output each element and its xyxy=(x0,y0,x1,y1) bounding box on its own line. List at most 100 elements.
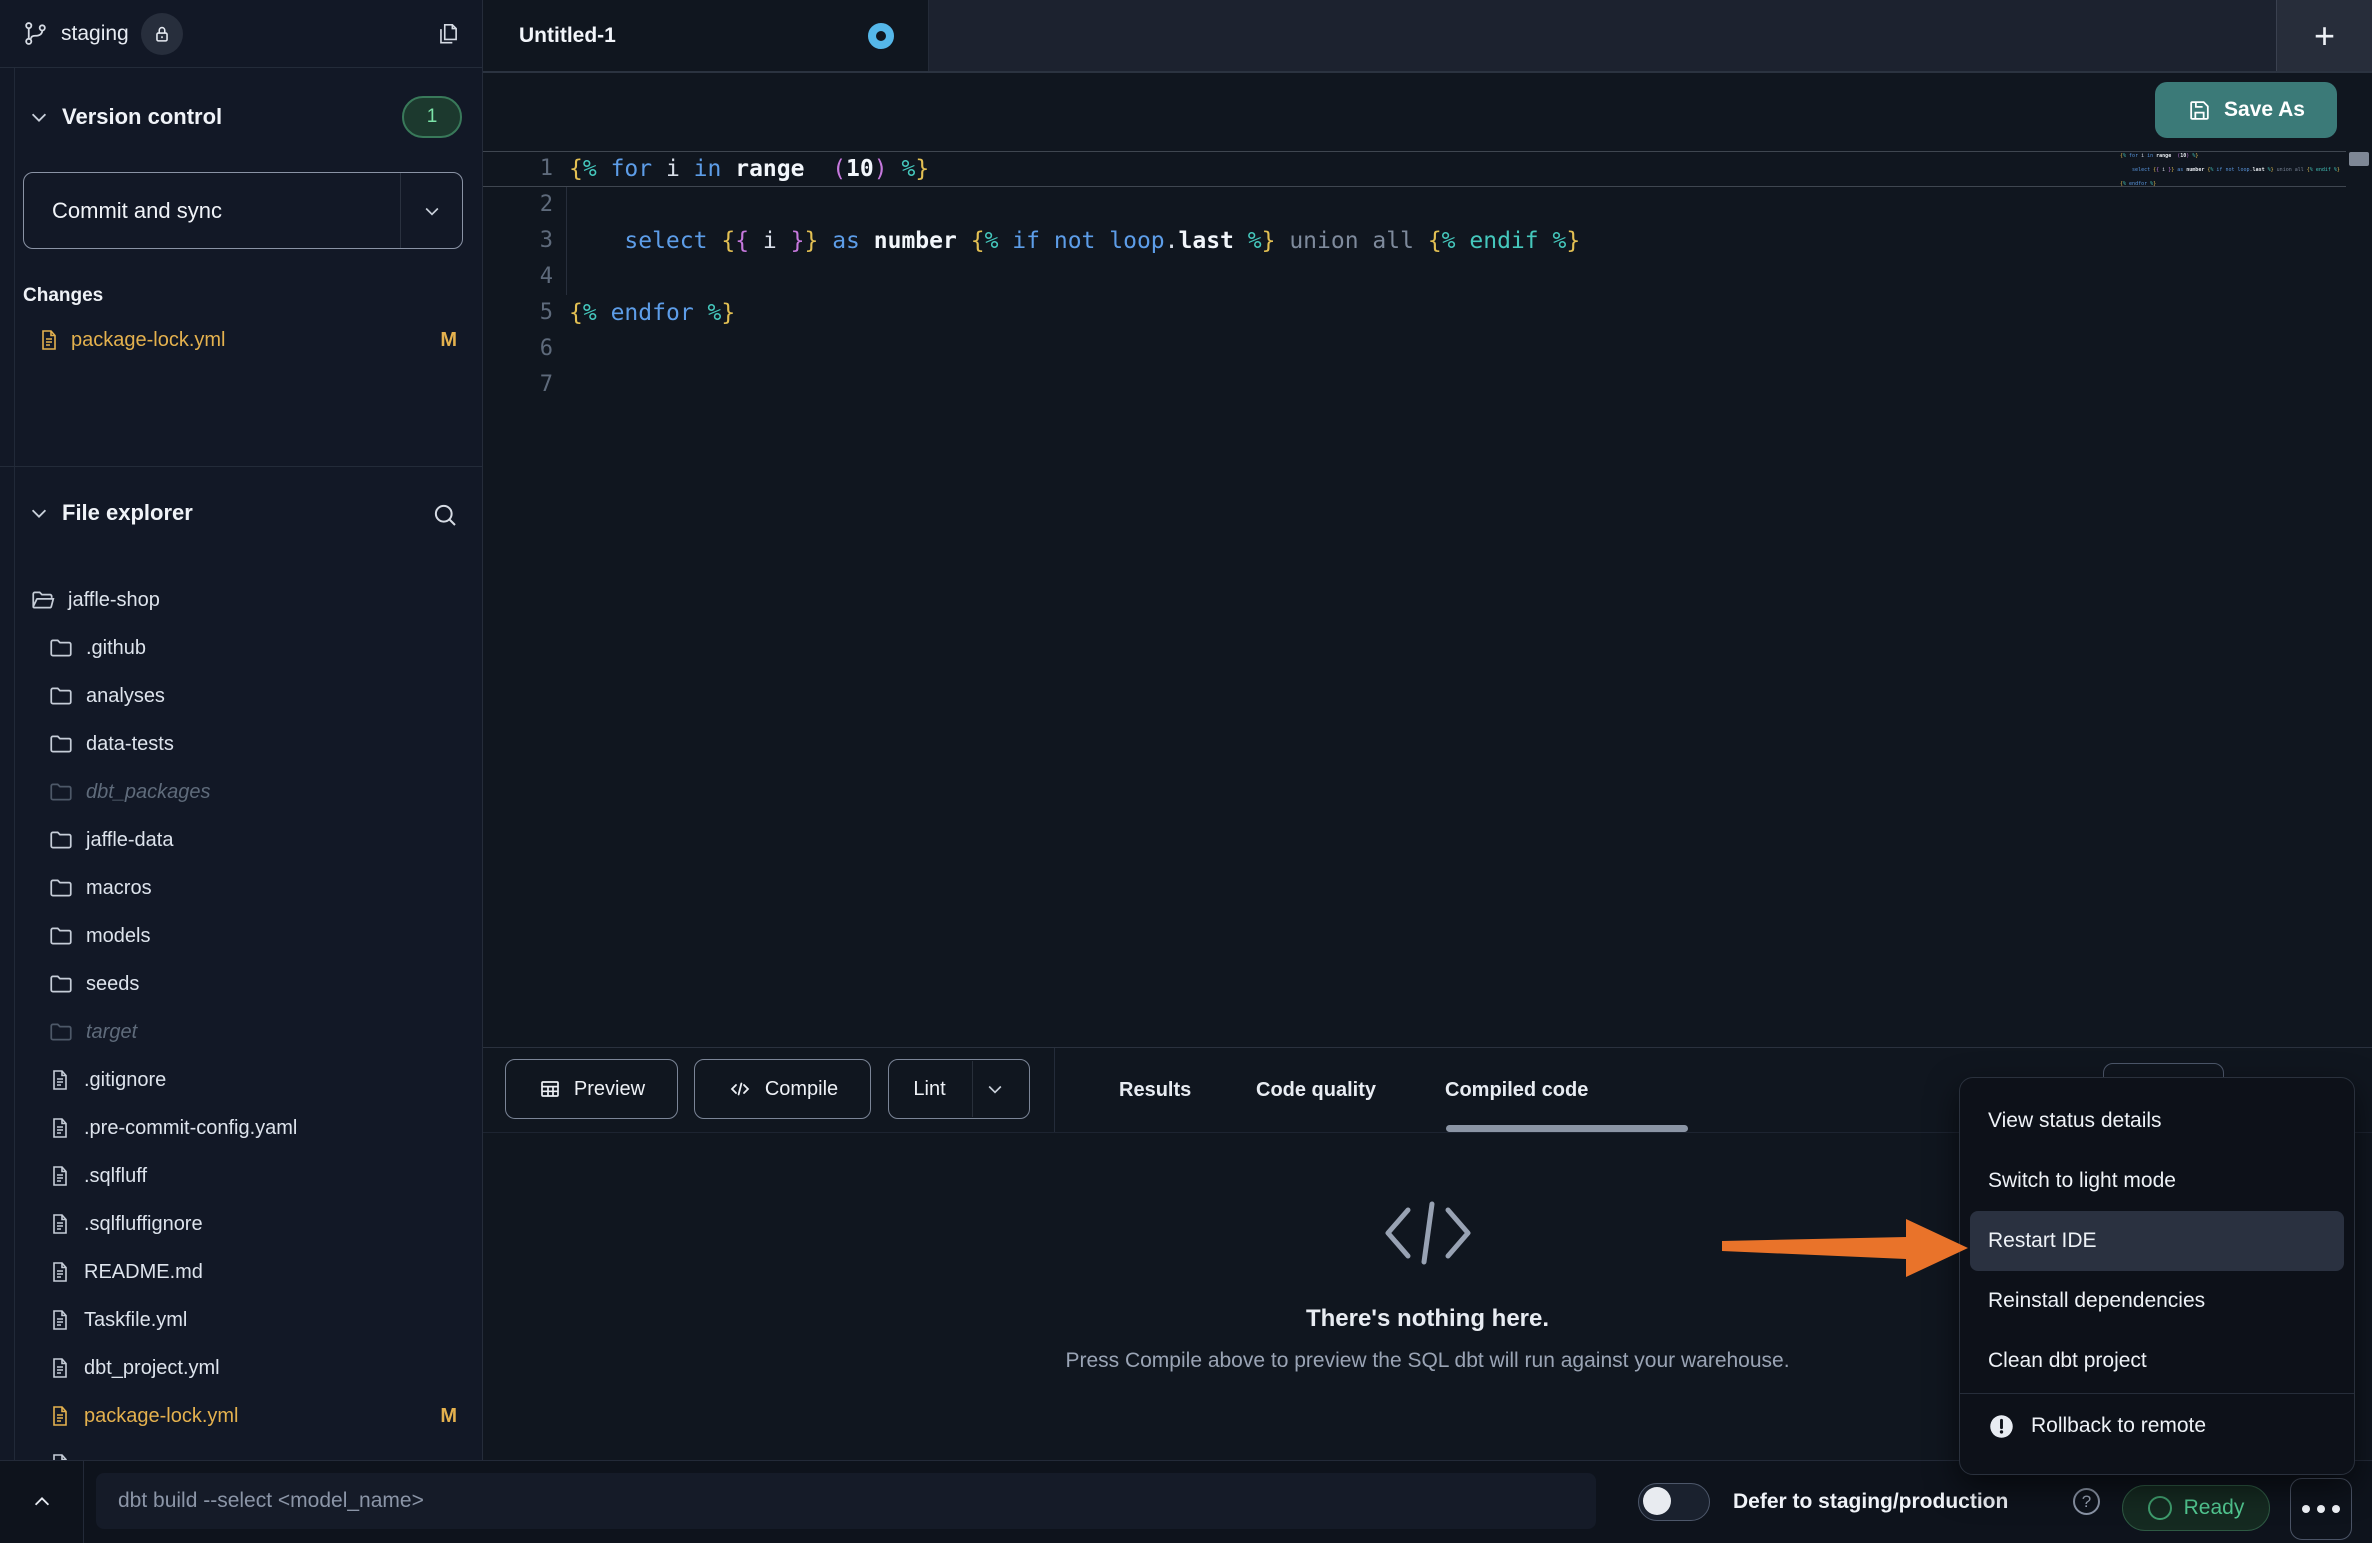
menu-item-restart-ide[interactable]: Restart IDE xyxy=(1970,1211,2344,1271)
defer-toggle[interactable] xyxy=(1638,1483,1710,1521)
tree-item-partial[interactable] xyxy=(0,1440,483,1460)
tab-untitled-1[interactable]: Untitled-1 xyxy=(483,0,929,71)
folder-icon xyxy=(48,635,74,661)
menu-item-label: Clean dbt project xyxy=(1988,1331,2147,1391)
tree-item-models[interactable]: models xyxy=(0,912,483,960)
panel-tab-compiled-code[interactable]: Compiled code xyxy=(1445,1048,1588,1132)
folder-icon xyxy=(48,779,74,805)
code-line-7[interactable]: 7 xyxy=(483,367,2346,403)
menu-item-label: Rollback to remote xyxy=(2031,1396,2206,1456)
file-icon xyxy=(37,328,61,352)
tree-item-.pre-commit-config.yaml[interactable]: .pre-commit-config.yaml xyxy=(0,1104,483,1152)
menu-separator xyxy=(1960,1393,2354,1394)
tree-item-label: dbt_packages xyxy=(86,781,211,804)
status-badge[interactable]: Ready xyxy=(2122,1485,2270,1531)
menu-item-view-status-details[interactable]: View status details xyxy=(1970,1091,2344,1151)
editor-scrollbar-thumb[interactable] xyxy=(2349,152,2369,166)
folder-icon xyxy=(48,827,74,853)
menu-item-reinstall-dependencies[interactable]: Reinstall dependencies xyxy=(1970,1271,2344,1331)
commit-and-sync-button[interactable]: Commit and sync xyxy=(23,172,463,249)
tree-item-target[interactable]: target xyxy=(0,1008,483,1056)
compile-button[interactable]: Compile xyxy=(694,1059,871,1119)
branch-header: staging xyxy=(0,0,483,68)
code-line-4[interactable]: 4 xyxy=(483,259,2346,295)
ide-options-button[interactable] xyxy=(2290,1478,2352,1540)
new-tab-button[interactable]: + xyxy=(2276,0,2372,71)
line-number: 7 xyxy=(483,367,569,403)
toolbar-divider xyxy=(1054,1048,1055,1132)
panel-tab-code-quality[interactable]: Code quality xyxy=(1256,1048,1376,1132)
tree-item-label: target xyxy=(86,1021,137,1044)
menu-item-switch-to-light-mode[interactable]: Switch to light mode xyxy=(1970,1151,2344,1211)
line-number: 5 xyxy=(483,295,569,331)
code-line-3[interactable]: 3 select {{ i }} as number {% if not loo… xyxy=(483,223,2346,259)
tree-item-label: seeds xyxy=(86,973,139,996)
branch-name: staging xyxy=(61,22,129,46)
minimap[interactable]: {% for i in range (10) %} select {{ i }}… xyxy=(2120,153,2342,188)
file-icon xyxy=(48,1452,72,1460)
button-split-divider xyxy=(972,1061,973,1117)
line-number: 6 xyxy=(483,331,569,367)
tree-item-label: analyses xyxy=(86,685,165,708)
code-line-2[interactable]: 2 xyxy=(483,187,2346,223)
tree-item-dbt_packages[interactable]: dbt_packages xyxy=(0,768,483,816)
code-icon xyxy=(727,1077,753,1101)
annotation-arrow xyxy=(1722,1214,1970,1282)
tree-item-label: models xyxy=(86,925,150,948)
commit-options-chevron[interactable] xyxy=(400,173,462,248)
tree-item-label: jaffle-data xyxy=(86,829,173,852)
dbt-command-input[interactable] xyxy=(96,1473,1596,1529)
editor-tab-strip: Untitled-1 + xyxy=(483,0,2372,73)
tree-item-analyses[interactable]: analyses xyxy=(0,672,483,720)
active-tab-underline xyxy=(1446,1125,1688,1132)
tree-item-data-tests[interactable]: data-tests xyxy=(0,720,483,768)
changed-file-item[interactable]: package-lock.ymlM xyxy=(0,318,483,362)
panel-tab-results[interactable]: Results xyxy=(1119,1048,1191,1132)
copy-icon xyxy=(435,21,461,47)
file-icon xyxy=(48,1308,72,1332)
menu-item-label: Reinstall dependencies xyxy=(1988,1271,2205,1331)
code-line-1[interactable]: 1{% for i in range (10) %} xyxy=(483,151,2346,187)
save-as-button[interactable]: Save As xyxy=(2155,82,2337,138)
preview-button[interactable]: Preview xyxy=(505,1059,678,1119)
menu-item-label: Restart IDE xyxy=(1988,1211,2097,1271)
tree-item-label: README.md xyxy=(84,1261,203,1284)
unsaved-dot-icon xyxy=(868,23,894,49)
copy-branch-button[interactable] xyxy=(435,21,461,47)
tree-item-README.md[interactable]: README.md xyxy=(0,1248,483,1296)
button-label: Preview xyxy=(574,1078,645,1101)
tree-item-.gitignore[interactable]: .gitignore xyxy=(0,1056,483,1104)
tree-item-label: data-tests xyxy=(86,733,174,756)
tab-title: Untitled-1 xyxy=(519,24,616,48)
menu-item-clean-dbt-project[interactable]: Clean dbt project xyxy=(1970,1331,2344,1391)
chevron-down-icon xyxy=(985,1079,1005,1099)
tree-item-dbt_project.yml[interactable]: dbt_project.yml xyxy=(0,1344,483,1392)
code-line-5[interactable]: 5{% endfor %} xyxy=(483,295,2346,331)
tree-item-seeds[interactable]: seeds xyxy=(0,960,483,1008)
question-icon[interactable]: ? xyxy=(2073,1488,2100,1515)
tree-item-.sqlfluff[interactable]: .sqlfluff xyxy=(0,1152,483,1200)
lint-button[interactable]: Lint xyxy=(888,1059,1030,1119)
code-line-6[interactable]: 6 xyxy=(483,331,2346,367)
tree-item-jaffle-data[interactable]: jaffle-data xyxy=(0,816,483,864)
code-brackets-icon xyxy=(1380,1200,1476,1266)
alert-icon xyxy=(1988,1413,2015,1440)
indent-guide xyxy=(566,187,567,295)
tree-item-label: .sqlfluff xyxy=(84,1165,147,1188)
version-control-collapse-chevron-icon[interactable] xyxy=(28,106,50,128)
tree-item-macros[interactable]: macros xyxy=(0,864,483,912)
menu-item-rollback-to-remote[interactable]: Rollback to remote xyxy=(1970,1396,2344,1456)
chevron-down-icon xyxy=(422,201,442,221)
code-editor[interactable]: 1{% for i in range (10) %}23 select {{ i… xyxy=(483,150,2372,1047)
file-search-button[interactable] xyxy=(430,500,460,530)
tree-item-package-lock.yml[interactable]: package-lock.ymlM xyxy=(0,1392,483,1440)
tree-item-.github[interactable]: .github xyxy=(0,624,483,672)
tree-item-.sqlfluffignore[interactable]: .sqlfluffignore xyxy=(0,1200,483,1248)
file-explorer-collapse-chevron-icon[interactable] xyxy=(28,502,50,524)
code-lines: 1{% for i in range (10) %}23 select {{ i… xyxy=(483,151,2346,403)
tree-item-jaffle-shop[interactable]: jaffle-shop xyxy=(0,576,483,624)
folder-open-icon xyxy=(30,587,56,613)
collapse-command-bar-button[interactable] xyxy=(0,1461,84,1543)
save-as-label: Save As xyxy=(2224,98,2305,122)
tree-item-Taskfile.yml[interactable]: Taskfile.yml xyxy=(0,1296,483,1344)
